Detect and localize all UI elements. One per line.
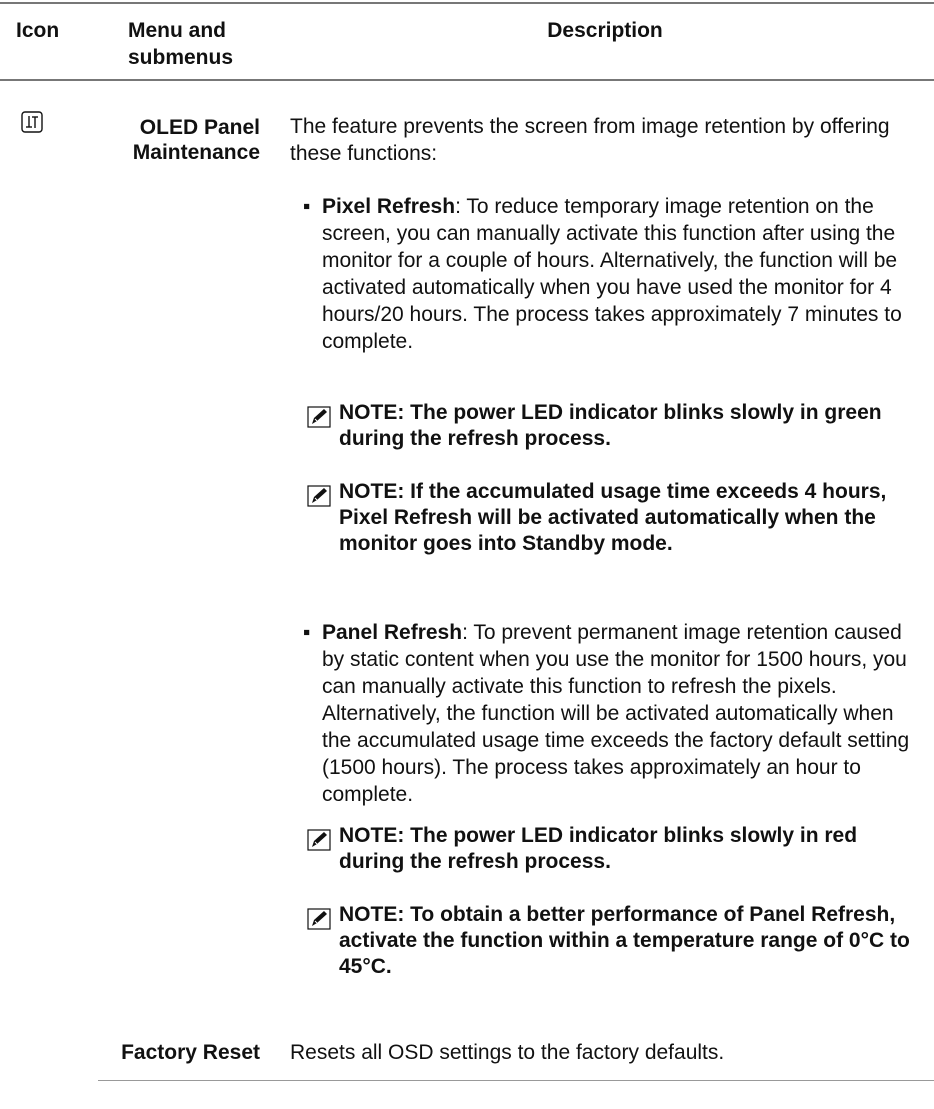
bullet-marker: ▪ bbox=[303, 195, 311, 218]
bullet-term: Panel Refresh bbox=[322, 621, 463, 644]
note-text: NOTE: If the accumulated usage time exce… bbox=[339, 480, 887, 555]
column-header-description: Description bbox=[547, 19, 663, 42]
note-green-led: NOTE: The power LED indicator blinks slo… bbox=[307, 400, 927, 452]
menu-factory-reset: Factory Reset bbox=[121, 1041, 260, 1064]
note-temperature-range: NOTE: To obtain a better performance of … bbox=[307, 902, 927, 980]
table-header-rule bbox=[0, 79, 934, 81]
pencil-note-icon bbox=[307, 829, 331, 851]
note-text: NOTE: To obtain a better performance of … bbox=[339, 903, 910, 978]
bullet-text: : To reduce temporary image retention on… bbox=[322, 195, 902, 353]
note-standby-pixel-refresh: NOTE: If the accumulated usage time exce… bbox=[307, 479, 927, 557]
note-text: NOTE: The power LED indicator blinks slo… bbox=[339, 824, 858, 873]
column-header-menu: Menu and submenus bbox=[128, 19, 234, 69]
osd-others-icon bbox=[21, 111, 43, 133]
bullet-term: Pixel Refresh bbox=[322, 195, 456, 218]
pencil-note-icon bbox=[307, 908, 331, 930]
table-top-rule bbox=[0, 2, 934, 4]
bullet-text: : To prevent permanent image retention c… bbox=[322, 621, 910, 806]
column-header-icon: Icon bbox=[16, 19, 60, 42]
bullet-pixel-refresh: ▪ Pixel Refresh: To reduce temporary ima… bbox=[303, 193, 922, 355]
bullet-panel-refresh: ▪ Panel Refresh: To prevent permanent im… bbox=[303, 619, 922, 808]
menu-oled-panel-maintenance: OLED Panel Maintenance bbox=[132, 116, 260, 164]
note-red-led: NOTE: The power LED indicator blinks slo… bbox=[307, 823, 927, 875]
pencil-note-icon bbox=[307, 485, 331, 507]
pencil-note-icon bbox=[307, 406, 331, 428]
note-text: NOTE: The power LED indicator blinks slo… bbox=[339, 401, 882, 450]
oled-intro-text: The feature prevents the screen from ima… bbox=[290, 115, 890, 165]
bullet-marker: ▪ bbox=[303, 621, 311, 644]
factory-reset-text: Resets all OSD settings to the factory d… bbox=[290, 1041, 725, 1064]
table-row-rule bbox=[98, 1080, 934, 1081]
